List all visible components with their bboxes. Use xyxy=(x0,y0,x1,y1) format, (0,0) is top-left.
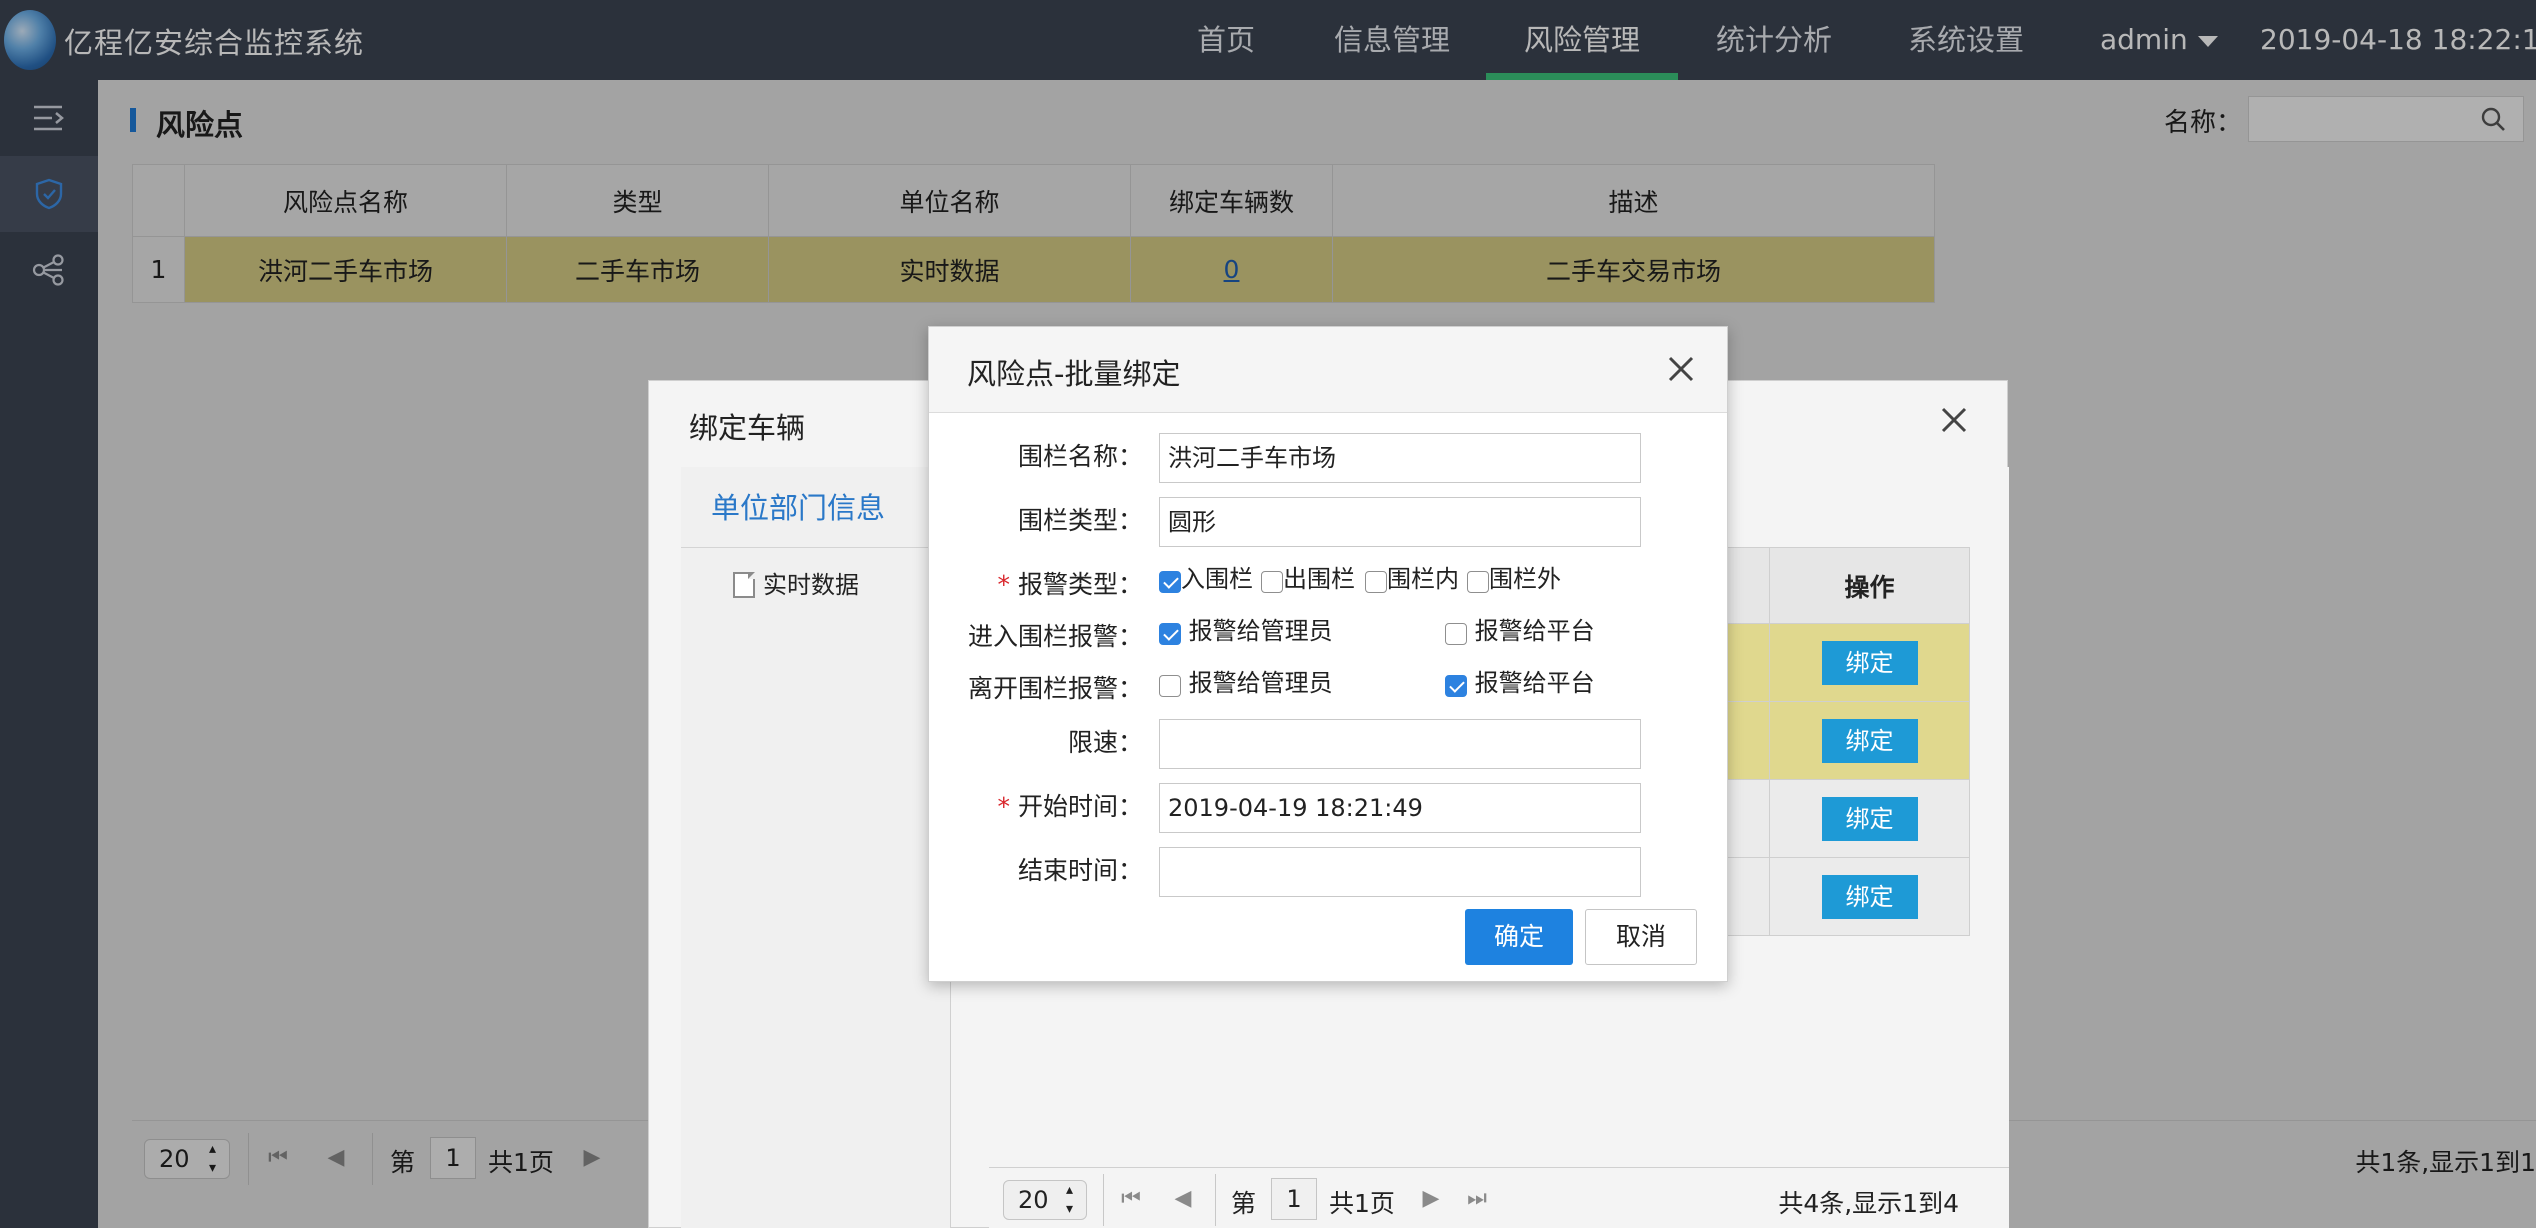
checkbox[interactable] xyxy=(1261,571,1283,593)
bind-button[interactable]: 绑定 xyxy=(1821,640,1918,685)
dialog-title: 绑定车辆 xyxy=(689,411,806,445)
checkbox-label: 报警给平台 xyxy=(1474,617,1595,645)
fence-name-label: 围栏名称： xyxy=(1017,442,1143,471)
bind-button[interactable]: 绑定 xyxy=(1821,874,1918,919)
cell-operation: 绑定 xyxy=(1769,857,1970,936)
cancel-button[interactable]: 取消 xyxy=(1585,909,1697,965)
checkbox-label: 报警给管理员 xyxy=(1188,669,1333,697)
close-icon[interactable] xyxy=(1665,353,1697,385)
page-info: 共4条,显示1到4 xyxy=(1778,1189,1959,1218)
alarm-type-text: 报警类型： xyxy=(1017,570,1143,599)
cell-operation: 绑定 xyxy=(1769,779,1970,858)
checkbox[interactable] xyxy=(1159,623,1181,645)
vehicle-pagination: 20 ⏮ ◀ 第 1 共1页 ▶ ⏭ 共4条,显示1到4 xyxy=(989,1167,2009,1228)
enter-alarm-platform[interactable]: 报警给平台 xyxy=(1445,617,1595,645)
page-prefix: 第 xyxy=(1231,1189,1257,1218)
checkbox[interactable] xyxy=(1445,623,1467,645)
prev-page-icon[interactable]: ◀ xyxy=(1171,1186,1195,1212)
confirm-button[interactable]: 确定 xyxy=(1465,909,1573,965)
bind-button[interactable]: 绑定 xyxy=(1821,796,1918,841)
checkbox-label: 报警给管理员 xyxy=(1188,617,1333,645)
speed-limit-label: 限速： xyxy=(1067,728,1143,757)
page-size-value: 20 xyxy=(1018,1186,1049,1214)
document-icon xyxy=(733,572,755,598)
end-time-label: 结束时间： xyxy=(1017,856,1143,885)
checkbox-label: 围栏内 xyxy=(1387,565,1459,593)
checkbox-label: 入围栏 xyxy=(1181,565,1253,593)
checkbox[interactable] xyxy=(1159,675,1181,697)
enter-alarm-admin[interactable]: 报警给管理员 xyxy=(1159,617,1333,645)
alarm-type-inside[interactable]: 围栏内 xyxy=(1365,565,1459,593)
speed-limit-field[interactable] xyxy=(1159,719,1641,769)
alarm-type-outside[interactable]: 围栏外 xyxy=(1467,565,1561,593)
enter-alarm-label: 进入围栏报警： xyxy=(967,622,1143,651)
cell-operation: 绑定 xyxy=(1769,623,1970,702)
divider xyxy=(681,547,951,548)
col-operation: 操作 xyxy=(1769,547,1970,624)
modal-header: 风险点-批量绑定 xyxy=(929,327,1727,413)
tree-node-label: 实时数据 xyxy=(763,571,859,599)
close-icon[interactable] xyxy=(1937,403,1971,437)
alarm-type-enter[interactable]: 入围栏 xyxy=(1159,565,1253,593)
checkbox[interactable] xyxy=(1159,571,1181,593)
bind-button[interactable]: 绑定 xyxy=(1821,718,1918,763)
fence-name-field[interactable]: 洪河二手车市场 xyxy=(1159,433,1641,483)
start-time-text: 开始时间： xyxy=(1017,792,1143,821)
required-mark: * xyxy=(997,792,1010,821)
unit-tree-panel: 单位部门信息 实时数据 xyxy=(681,467,951,1228)
alarm-type-label: * 报警类型： xyxy=(997,565,1143,601)
start-time-field[interactable]: 2019-04-19 18:21:49 xyxy=(1159,783,1641,833)
first-page-icon[interactable]: ⏮ xyxy=(1119,1186,1143,1212)
fence-type-label: 围栏类型： xyxy=(1017,506,1143,535)
checkbox[interactable] xyxy=(1467,571,1489,593)
tree-title: 单位部门信息 xyxy=(711,491,886,525)
last-page-icon[interactable]: ⏭ xyxy=(1465,1186,1489,1212)
checkbox[interactable] xyxy=(1365,571,1387,593)
leave-alarm-platform[interactable]: 报警给平台 xyxy=(1445,669,1595,697)
checkbox[interactable] xyxy=(1445,675,1467,697)
page-total: 共1页 xyxy=(1329,1189,1395,1218)
alarm-type-exit[interactable]: 出围栏 xyxy=(1261,565,1355,593)
page-number-input[interactable]: 1 xyxy=(1271,1178,1317,1220)
end-time-field[interactable] xyxy=(1159,847,1641,897)
checkbox-label: 出围栏 xyxy=(1283,565,1355,593)
modal-title: 风险点-批量绑定 xyxy=(967,357,1181,391)
required-mark: * xyxy=(997,570,1010,599)
next-page-icon[interactable]: ▶ xyxy=(1419,1186,1443,1212)
tree-node[interactable]: 实时数据 xyxy=(733,565,859,600)
divider xyxy=(1103,1174,1104,1226)
divider xyxy=(1215,1174,1216,1226)
page-size-select[interactable]: 20 xyxy=(1003,1180,1087,1220)
checkbox-label: 围栏外 xyxy=(1489,565,1561,593)
leave-alarm-label: 离开围栏报警： xyxy=(967,674,1143,703)
batch-bind-modal: 风险点-批量绑定 围栏名称： 洪河二手车市场 围栏类型： 圆形 * 报警类型： 入… xyxy=(928,326,1728,982)
leave-alarm-admin[interactable]: 报警给管理员 xyxy=(1159,669,1333,697)
cell-operation: 绑定 xyxy=(1769,701,1970,780)
checkbox-label: 报警给平台 xyxy=(1474,669,1595,697)
fence-type-field[interactable]: 圆形 xyxy=(1159,497,1641,547)
start-time-label: * 开始时间： xyxy=(997,787,1143,823)
